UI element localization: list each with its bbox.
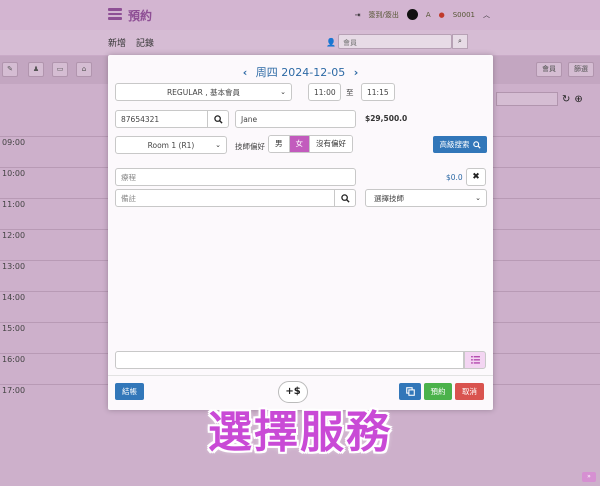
list-icon[interactable] bbox=[464, 351, 486, 369]
zoom-in-icon[interactable]: ⊕ bbox=[574, 94, 582, 105]
room-select-value: Room 1 (R1) bbox=[147, 140, 195, 150]
time-label: 16:00 bbox=[2, 355, 26, 364]
preference-label: 技師偏好 bbox=[235, 142, 265, 151]
time-label: 13:00 bbox=[2, 262, 26, 271]
user-initial: A bbox=[425, 10, 431, 19]
next-day-icon[interactable]: › bbox=[354, 66, 359, 79]
date-navigator: ‹ 周四 2024-12-05 › bbox=[108, 64, 493, 80]
preference-toggle: 男 女 沒有偏好 bbox=[268, 135, 353, 153]
chevron-down-icon: ⌄ bbox=[475, 194, 481, 202]
prev-day-icon[interactable]: ‹ bbox=[243, 66, 248, 79]
sign-in-link[interactable]: 簽到/簽出 bbox=[368, 10, 398, 20]
booking-modal: ‹ 周四 2024-12-05 › REGULAR , 基本會員 ⌄ 11:00… bbox=[108, 55, 493, 410]
map-pin-icon: ● bbox=[438, 10, 445, 19]
name-field[interactable]: Jane bbox=[235, 110, 356, 128]
course-price: $0.0 bbox=[446, 173, 463, 182]
search-icon[interactable]: ⌕ bbox=[452, 34, 468, 49]
sign-in-icon[interactable]: ⇥ bbox=[355, 11, 361, 19]
balance-value: $29,500.0 bbox=[365, 114, 408, 123]
new-link[interactable]: 新增 bbox=[108, 36, 126, 49]
remark-field[interactable]: 備註 bbox=[115, 189, 335, 207]
video-caption: 選擇服務 bbox=[208, 407, 392, 458]
view-select[interactable] bbox=[496, 92, 558, 106]
footer-divider bbox=[108, 375, 493, 376]
search-icon[interactable] bbox=[207, 110, 229, 128]
member-button[interactable]: 會員 bbox=[536, 62, 562, 77]
advanced-search-label: 高級搜索 bbox=[439, 140, 470, 149]
preference-female[interactable]: 女 bbox=[289, 136, 310, 152]
phone-field[interactable]: 87654321 bbox=[115, 110, 208, 128]
edit-icon[interactable]: ✎ bbox=[2, 62, 18, 77]
time-to-label: 至 bbox=[346, 88, 354, 97]
hamburger-menu-icon[interactable] bbox=[108, 8, 122, 20]
time-label: 09:00 bbox=[2, 138, 26, 147]
refresh-icon[interactable]: ↻ bbox=[562, 94, 570, 105]
notes-field[interactable] bbox=[115, 351, 464, 369]
membership-select[interactable]: REGULAR , 基本會員 ⌄ bbox=[115, 83, 292, 101]
preference-male[interactable]: 男 bbox=[269, 136, 290, 152]
close-icon[interactable]: ✖ bbox=[466, 168, 486, 186]
calendar-controls: ↻ ⊕ bbox=[496, 92, 583, 106]
store-code[interactable]: S0001 bbox=[453, 11, 475, 19]
time-label: 14:00 bbox=[2, 293, 26, 302]
expand-icon[interactable]: » bbox=[582, 472, 596, 482]
chevron-down-icon: ⌄ bbox=[215, 141, 221, 149]
user-plus-icon: 👤 bbox=[326, 38, 336, 47]
app-title: 預約 bbox=[128, 9, 153, 23]
course-field[interactable]: 療程 bbox=[115, 168, 356, 186]
time-label: 17:00 bbox=[2, 386, 26, 395]
membership-select-value: REGULAR , 基本會員 bbox=[166, 87, 241, 97]
time-label: 11:00 bbox=[2, 200, 26, 209]
therapist-select[interactable]: 選擇技師 ⌄ bbox=[365, 189, 487, 207]
record-link[interactable]: 記錄 bbox=[136, 36, 154, 49]
search-icon[interactable] bbox=[334, 189, 356, 207]
date-label: 周四 2024-12-05 bbox=[255, 66, 346, 79]
search-icon bbox=[472, 140, 481, 149]
filter-button[interactable]: 篩選 bbox=[568, 62, 594, 77]
avatar[interactable] bbox=[406, 9, 418, 20]
time-to-field[interactable]: 11:15 bbox=[361, 83, 395, 101]
chevron-up-icon[interactable]: ︿ bbox=[483, 10, 490, 20]
chevron-down-icon: ⌄ bbox=[280, 88, 286, 96]
top-right-controls: ⇥ 簽到/簽出 A ● S0001 ︿ bbox=[355, 9, 490, 20]
inbox-icon[interactable]: ▭ bbox=[52, 62, 68, 77]
home-icon[interactable]: ⌂ bbox=[76, 62, 92, 77]
time-label: 10:00 bbox=[2, 169, 26, 178]
time-label: 12:00 bbox=[2, 231, 26, 240]
room-select[interactable]: Room 1 (R1) ⌄ bbox=[115, 136, 227, 154]
top-bar: 預約 ⇥ 簽到/簽出 A ● S0001 ︿ bbox=[0, 0, 600, 30]
sub-bar: 新增 記錄 👤 會員 ⌕ bbox=[0, 30, 600, 55]
user-icon[interactable]: ♟ bbox=[28, 62, 44, 77]
advanced-search-button[interactable]: 高級搜索 bbox=[433, 136, 487, 153]
preference-none[interactable]: 沒有偏好 bbox=[310, 136, 352, 152]
member-search-input[interactable]: 會員 bbox=[338, 34, 452, 49]
time-label: 15:00 bbox=[2, 324, 26, 333]
therapist-select-value: 選擇技師 bbox=[374, 193, 404, 203]
time-from-field[interactable]: 11:00 bbox=[308, 83, 341, 101]
